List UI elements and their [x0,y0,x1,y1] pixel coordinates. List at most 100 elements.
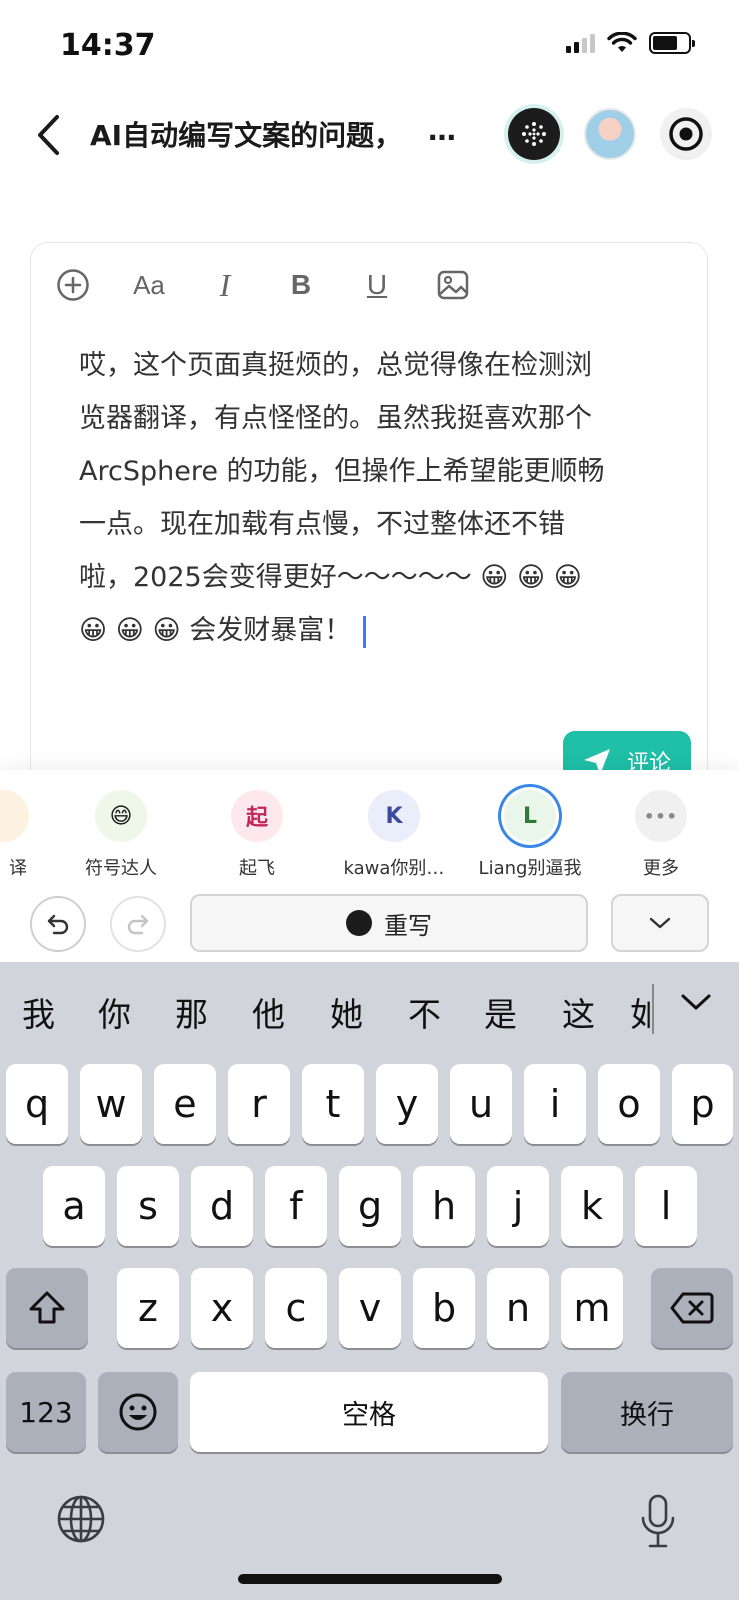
numbers-key[interactable]: 123 [6,1372,86,1452]
candidate-word[interactable]: 是 [484,988,517,1036]
key-d[interactable]: d [191,1166,253,1246]
candidate-word[interactable]: 她 [330,988,363,1036]
title-ellipsis: … [428,114,456,147]
underline-icon[interactable]: U [359,267,395,303]
key-l[interactable]: l [635,1166,697,1246]
candidate-word[interactable]: 不 [408,988,441,1036]
key-f[interactable]: f [265,1166,327,1246]
persona-avatar: L [504,790,556,842]
bold-icon[interactable]: B [283,267,319,303]
key-s[interactable]: s [117,1166,179,1246]
persona-kawa[interactable]: K kawa你别… [329,790,459,880]
record-button[interactable] [660,108,712,160]
key-g[interactable]: g [339,1166,401,1246]
key-c[interactable]: c [265,1268,327,1348]
home-indicator [238,1574,502,1584]
ai-persona-panel: 译 😄 符号达人 起 起飞 K kawa你别… L Liang别逼我 ••• 更… [0,770,739,962]
candidate-word[interactable]: 我 [22,988,55,1036]
insert-image-button[interactable] [435,267,471,303]
rewrite-label: 重写 [384,911,432,940]
space-key[interactable]: 空格 [190,1372,548,1452]
ai-assistant-button[interactable] [508,108,560,160]
comment-text-area[interactable]: 哎，这个页面真挺烦的，总觉得像在检测浏 览器翻译，有点怪怪的。虽然我挺喜欢那个 … [79,339,659,657]
emoji-icon [119,1393,157,1431]
backspace-key[interactable] [651,1268,733,1348]
persona-more[interactable]: ••• 更多 [596,790,726,880]
key-h[interactable]: h [413,1166,475,1246]
key-u[interactable]: u [450,1064,512,1144]
key-y[interactable]: y [376,1064,438,1144]
signal-icon [566,33,595,53]
key-e[interactable]: e [154,1064,216,1144]
key-p[interactable]: p [672,1064,733,1144]
chevron-down-icon [649,917,671,929]
undo-button[interactable] [30,896,86,952]
microphone-icon [641,1494,675,1548]
candidate-word[interactable]: 这 [562,988,595,1036]
key-z[interactable]: z [117,1268,179,1348]
globe-icon [57,1495,105,1543]
avatar[interactable] [584,108,636,160]
text-line: ArcSphere 的功能，但操作上希望能更顺畅 [79,456,605,487]
key-n[interactable]: n [487,1268,549,1348]
italic-icon[interactable]: I [207,267,243,303]
persona-label: 更多 [643,858,679,879]
key-w[interactable]: w [80,1064,142,1144]
key-v[interactable]: v [339,1268,401,1348]
candidate-word[interactable]: 你 [98,988,131,1036]
persona-label: 译 [9,858,27,879]
status-icons [566,32,695,54]
ai-assistant-icon [346,910,372,936]
key-q[interactable]: q [6,1064,68,1144]
battery-icon [649,32,695,54]
persona-liang[interactable]: L Liang别逼我 [465,790,595,880]
persona-symbol-expert[interactable]: 😄 符号达人 [56,790,186,880]
shift-icon [29,1291,65,1324]
insert-button[interactable] [55,267,91,303]
persona-avatar [0,790,29,842]
image-icon [437,270,469,300]
globe-button[interactable] [54,1492,108,1546]
key-r[interactable]: r [228,1064,290,1144]
candidate-word[interactable]: 如 [630,988,650,1036]
status-time: 14:37 [60,28,156,63]
persona-label: 起飞 [239,858,275,879]
persona-label: kawa你别… [343,858,445,879]
key-m[interactable]: m [561,1268,623,1348]
back-button[interactable] [28,110,68,160]
more-icon: ••• [635,790,687,842]
rewrite-options-button[interactable] [611,894,709,952]
candidate-word[interactable]: 那 [175,988,208,1036]
ai-assistant-icon [522,122,546,146]
return-key[interactable]: 换行 [561,1372,733,1452]
key-k[interactable]: k [561,1166,623,1246]
candidate-word[interactable]: 他 [252,988,285,1036]
plus-icon [57,269,89,301]
record-icon [669,117,703,151]
key-b[interactable]: b [413,1268,475,1348]
text-size-icon[interactable]: Aa [131,267,167,303]
redo-button[interactable] [110,896,166,952]
shift-key[interactable] [6,1268,88,1348]
text-caret [363,615,367,648]
undo-icon [47,914,69,935]
rewrite-button[interactable]: 重写 [190,894,588,952]
keyboard: 我 你 那 他 她 不 是 这 如 q w e r t y u i o p a … [0,962,739,1600]
microphone-button[interactable] [636,1492,680,1552]
key-o[interactable]: o [598,1064,660,1144]
key-i[interactable]: i [524,1064,586,1144]
persona-takeoff[interactable]: 起 起飞 [192,790,322,880]
wifi-icon [607,32,637,52]
editor-card: Aa I B U 哎，这个页面真挺烦的，总觉得像在检测浏 览器翻译，有点怪怪的。… [30,242,708,802]
key-t[interactable]: t [302,1064,364,1144]
key-j[interactable]: j [487,1166,549,1246]
collapse-candidates-button[interactable] [676,982,716,1022]
emoji-key[interactable] [98,1372,178,1452]
text-line: 一点。现在加载有点慢，不过整体还不错 [79,509,565,540]
key-a[interactable]: a [43,1166,105,1246]
persona-avatar: 😄 [95,790,147,842]
key-x[interactable]: x [191,1268,253,1348]
rewrite-controls: 重写 [0,892,739,952]
persona-avatar: 起 [231,790,283,842]
candidate-divider [652,984,654,1034]
